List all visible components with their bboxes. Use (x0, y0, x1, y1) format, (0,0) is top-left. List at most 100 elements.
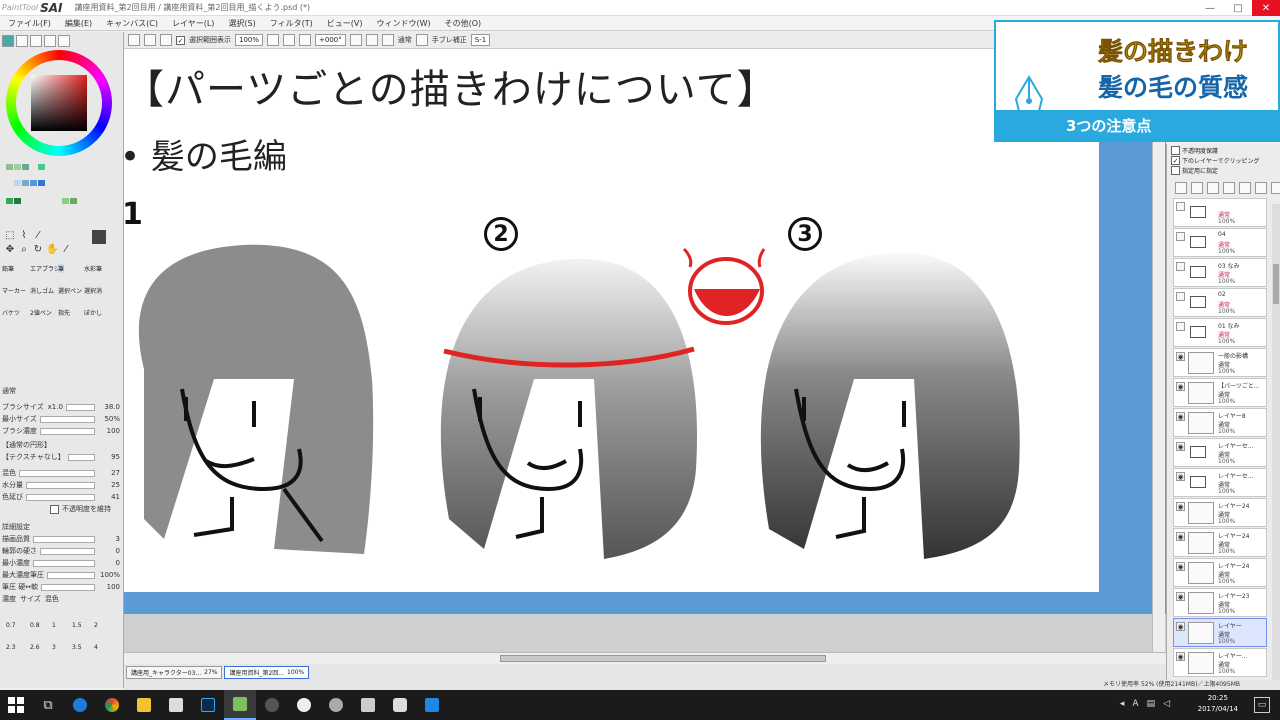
max-density-row[interactable]: 最大濃度筆圧 100% (2, 570, 120, 580)
menu-canvas[interactable]: キャンバス(C) (106, 18, 158, 29)
size-preset[interactable]: 0.8 (30, 622, 40, 629)
size-preset[interactable]: 2 (94, 622, 98, 629)
app-icon[interactable] (416, 690, 448, 720)
edge-row[interactable]: 輪郭の硬さ 0 (2, 546, 120, 556)
copy-layer-button[interactable] (1223, 182, 1235, 194)
visibility-eye-icon[interactable]: ◉ (1176, 382, 1185, 391)
zoom-in-button[interactable] (283, 34, 296, 46)
stabilizer-select[interactable]: S-1 (470, 34, 491, 46)
visibility-eye-icon[interactable] (1176, 262, 1185, 271)
min-size-slider[interactable] (39, 415, 95, 423)
size-preset[interactable]: 2.6 (30, 644, 40, 651)
detail-header[interactable]: 詳細設定 (2, 522, 120, 532)
size-preset[interactable]: 0.7 (6, 622, 16, 629)
menu-layer[interactable]: レイヤー(L) (172, 18, 214, 29)
clock[interactable]: 20:25 2017/04/14 (1198, 693, 1238, 715)
size-preset[interactable]: 1 (52, 622, 56, 629)
rotate-left-button[interactable] (349, 34, 362, 46)
merge-down-button[interactable] (1239, 182, 1251, 194)
min-size-row[interactable]: 最小サイズ 50% (2, 414, 120, 424)
water-row[interactable]: 水分量 25 (2, 480, 120, 490)
size-preset[interactable]: 3.5 (72, 644, 82, 651)
persistence-slider[interactable] (26, 493, 95, 501)
swatch[interactable] (22, 180, 29, 186)
menu-file[interactable]: ファイル(F) (8, 18, 51, 29)
blend-mode-row[interactable]: 通常 (2, 386, 120, 396)
quality-select[interactable] (33, 535, 95, 543)
layer-row[interactable]: ◉ レイヤー... 通常 100% (1173, 648, 1267, 677)
scratchpad-tab[interactable] (58, 35, 70, 47)
zoom-out-button[interactable] (267, 34, 280, 46)
layer-row[interactable]: ◉ レイヤー24 通常 100% (1173, 558, 1267, 587)
texture-row[interactable]: 【テクスチャなし】 95 (2, 452, 120, 462)
swatch[interactable] (70, 198, 77, 204)
swatch[interactable] (38, 180, 45, 186)
tool-eraser[interactable]: 消しゴム (30, 286, 54, 295)
layer-row[interactable]: ◉ レイヤー23 通常 100% (1173, 588, 1267, 617)
rotation-field[interactable]: +000° (315, 34, 346, 46)
file-explorer-icon[interactable] (128, 690, 160, 720)
color-wheel-tab[interactable] (2, 35, 14, 47)
tool-select-pen[interactable]: 選択ペン (58, 286, 82, 295)
app-icon[interactable] (256, 690, 288, 720)
menu-filter[interactable]: フィルタ(T) (270, 18, 313, 29)
size-preset[interactable]: 4 (94, 644, 98, 651)
layer-row[interactable]: ◉ レイヤーセ... 通常 100% (1173, 438, 1267, 467)
selection-source-checkbox[interactable] (1171, 166, 1180, 175)
visibility-eye-icon[interactable]: ◉ (1176, 442, 1185, 451)
layer-row[interactable]: 通常 100% (1173, 198, 1267, 227)
brush-size-row[interactable]: ブラシサイズ x1.0 38.0 (2, 402, 120, 412)
network-icon[interactable]: ▤ (1147, 699, 1156, 709)
tool-binary-pen[interactable]: 2値ペン (30, 308, 52, 317)
swatch[interactable] (22, 164, 29, 170)
visibility-eye-icon[interactable] (1176, 322, 1185, 331)
persistence-row[interactable]: 色延び 41 (2, 492, 120, 502)
color-wheel[interactable] (6, 50, 112, 156)
brush-shape-select[interactable]: 【通常の円形】 (2, 440, 51, 450)
task-view-icon[interactable]: ⧉ (32, 690, 64, 720)
layer-row[interactable]: ◉ レイヤー8 通常 100% (1173, 408, 1267, 437)
tool-brush[interactable]: 筆 (58, 264, 65, 273)
close-button[interactable]: ✕ (1252, 0, 1280, 16)
doc-tab-lecture[interactable]: 講座用資料_第2回... 100% (224, 665, 310, 679)
protect-opacity-option[interactable]: 不透明度保護 (1171, 146, 1259, 155)
blend-mode-button[interactable] (415, 34, 428, 46)
tool-bucket[interactable]: バケツ (2, 308, 20, 317)
visibility-eye-icon[interactable]: ◉ (1176, 472, 1185, 481)
move-icon[interactable]: ✥ (4, 244, 16, 256)
minimize-button[interactable]: — (1196, 0, 1224, 16)
layer-row[interactable]: ◉ 一般の影構 通常 100% (1173, 348, 1267, 377)
zoom-field[interactable]: 100% (235, 34, 264, 46)
tool-select-erase[interactable]: 選択消 (84, 286, 102, 295)
visibility-eye-icon[interactable]: ◉ (1176, 592, 1185, 601)
swatch[interactable] (14, 180, 21, 186)
volume-icon[interactable]: ◁ (1163, 699, 1170, 709)
eyedropper-icon[interactable]: ⁄ (60, 244, 72, 256)
layer-row[interactable]: 03 なみ 通常 100% (1173, 258, 1267, 287)
app-icon[interactable] (352, 690, 384, 720)
tool-finger[interactable]: 指先 (58, 308, 70, 317)
min-density-row[interactable]: 最小濃度 0 (2, 558, 120, 568)
canvas-horizontal-scrollbar[interactable] (124, 652, 1166, 663)
tool-airbrush[interactable]: エアブラシ (30, 264, 60, 273)
magic-wand-icon[interactable]: ⁄ (32, 230, 44, 242)
layer-row[interactable]: 04 通常 100% (1173, 228, 1267, 257)
swatch[interactable] (30, 180, 37, 186)
size-preset[interactable]: 3 (52, 644, 56, 651)
selection-visible-checkbox[interactable]: ✓ (176, 35, 185, 45)
swatch[interactable] (14, 164, 21, 170)
delete-layer-button[interactable] (1271, 182, 1280, 194)
tool-watercolor[interactable]: 水彩筆 (84, 264, 102, 273)
store-icon[interactable] (160, 690, 192, 720)
menu-edit[interactable]: 編集(E) (65, 18, 92, 29)
rotate-icon[interactable]: ↻ (32, 244, 44, 256)
saturation-value-square[interactable] (31, 75, 87, 131)
visibility-eye-icon[interactable]: ◉ (1176, 532, 1185, 541)
edge-browser-icon[interactable] (64, 690, 96, 720)
layer-row[interactable]: ◉ レイヤーセ... 通常 100% (1173, 468, 1267, 497)
edge-slider[interactable] (40, 547, 95, 555)
water-slider[interactable] (26, 481, 95, 489)
blend-slider[interactable] (19, 469, 95, 477)
max-density-slider[interactable] (47, 571, 95, 579)
app-icon[interactable] (384, 690, 416, 720)
